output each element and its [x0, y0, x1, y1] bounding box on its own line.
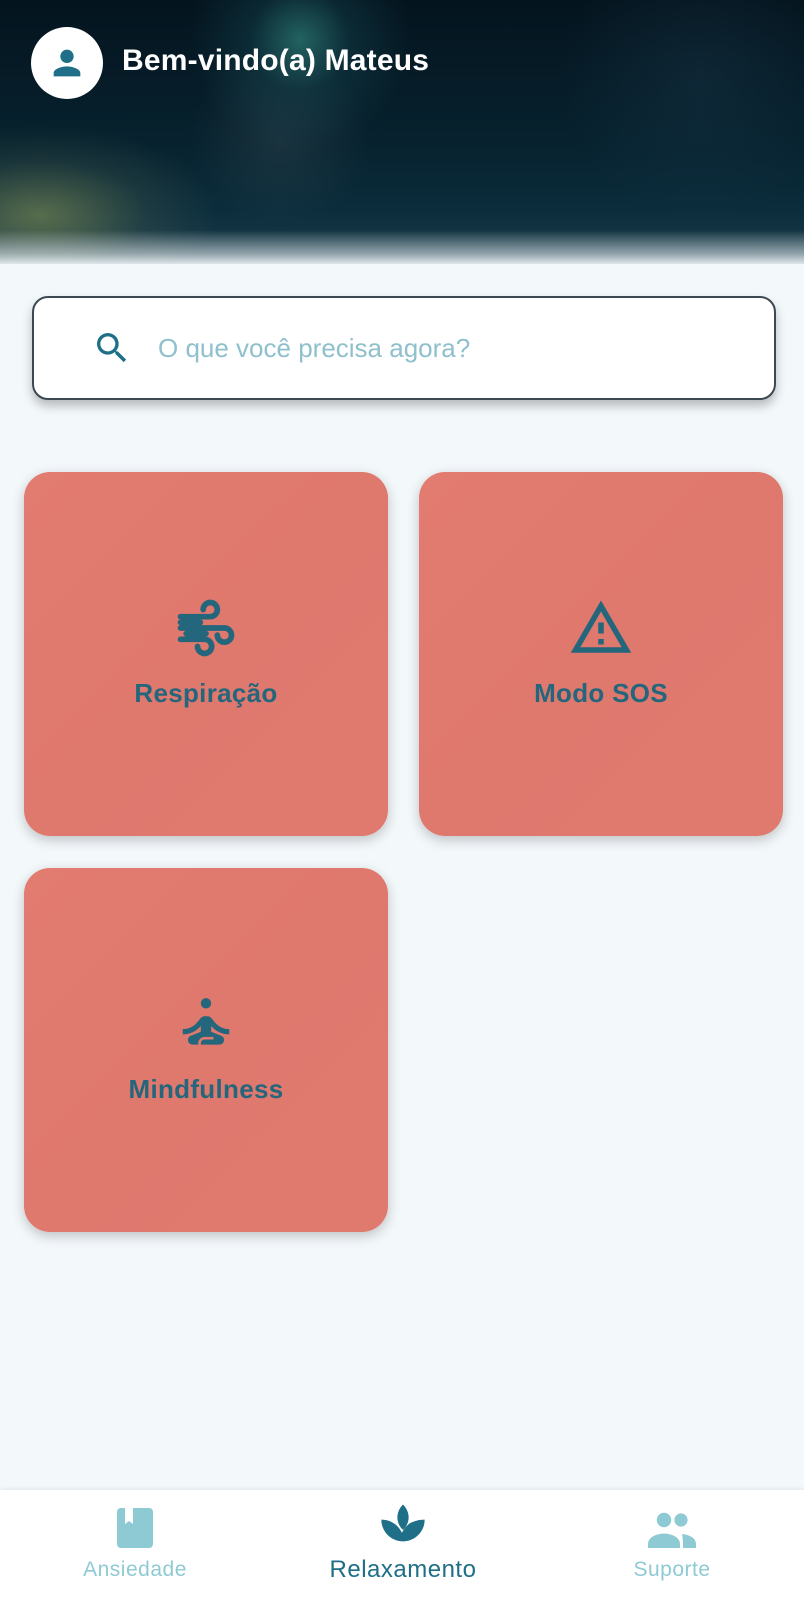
search-input[interactable]	[158, 324, 738, 372]
search-icon	[97, 333, 127, 363]
card-label: Respiração	[134, 677, 278, 708]
wind-icon	[172, 594, 240, 662]
card-label: Modo SOS	[534, 677, 668, 708]
person-icon	[53, 49, 81, 77]
nav-item-ansiedade[interactable]: Ansiedade	[74, 1490, 196, 1600]
group-icon	[648, 1490, 696, 1550]
app-screen: Bem-vindo(a) Mateus Respiração Modo SOS	[0, 0, 804, 1600]
nav-label: Relaxamento	[329, 1556, 477, 1583]
meditation-icon	[172, 990, 240, 1058]
card-respiracao[interactable]: Respiração	[24, 472, 388, 836]
header-banner: Bem-vindo(a) Mateus	[0, 0, 804, 264]
book-icon	[115, 1490, 155, 1550]
avatar[interactable]	[31, 27, 103, 99]
card-modo-sos[interactable]: Modo SOS	[419, 472, 783, 836]
card-mindfulness[interactable]: Mindfulness	[24, 868, 388, 1232]
welcome-title: Bem-vindo(a) Mateus	[122, 44, 430, 77]
spa-lotus-icon	[377, 1490, 429, 1550]
nav-label: Ansiedade	[83, 1558, 187, 1581]
bottom-navigation: Ansiedade Relaxamento Suporte	[0, 1490, 804, 1600]
nav-label: Suporte	[633, 1558, 711, 1581]
nav-item-relaxamento[interactable]: Relaxamento	[318, 1490, 488, 1600]
search-bar[interactable]	[32, 296, 776, 400]
nav-item-suporte[interactable]: Suporte	[620, 1490, 724, 1600]
warning-icon	[567, 594, 635, 662]
card-label: Mindfulness	[128, 1073, 284, 1104]
